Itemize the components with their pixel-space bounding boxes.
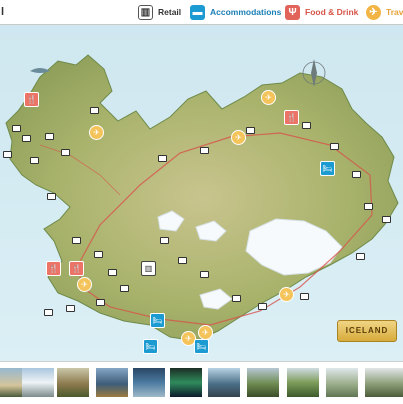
camera-marker[interactable] bbox=[61, 149, 70, 156]
fork-knife-icon: 🍴 bbox=[71, 263, 82, 273]
camera-marker[interactable] bbox=[160, 237, 169, 244]
legend-travel-label: Trav bbox=[386, 7, 403, 17]
travel-marker[interactable]: ✈ bbox=[198, 325, 213, 340]
iceland-map[interactable]: 🍴 🍴 🍴 🍴 ✈ ✈ ✈ ✈ ✈ ✈ ✈ 🛏 🛏 🛏 🛏 ▥ ICELAND bbox=[0, 25, 403, 361]
accommodation-marker[interactable]: 🛏 bbox=[194, 339, 209, 354]
food-marker[interactable]: 🍴 bbox=[24, 92, 39, 107]
legend-food-drink[interactable]: Ψ Food & Drink bbox=[285, 2, 358, 22]
camera-marker[interactable] bbox=[72, 237, 81, 244]
accommodation-marker[interactable]: 🛏 bbox=[320, 161, 335, 176]
travel-marker[interactable]: ✈ bbox=[77, 277, 92, 292]
camera-marker[interactable] bbox=[178, 257, 187, 264]
camera-marker[interactable] bbox=[356, 253, 365, 260]
retail-marker[interactable]: ▥ bbox=[141, 261, 156, 276]
camera-marker[interactable] bbox=[200, 271, 209, 278]
thumbnail-image[interactable] bbox=[287, 368, 319, 397]
travel-icon: ✈ bbox=[185, 333, 192, 343]
fork-knife-icon: 🍴 bbox=[286, 112, 297, 122]
travel-marker[interactable]: ✈ bbox=[89, 125, 104, 140]
map-title-fragment: l bbox=[1, 6, 5, 18]
shopping-bag-icon: ▥ bbox=[138, 4, 153, 20]
bed-icon: 🛏 bbox=[322, 163, 333, 173]
thumbnail-image[interactable] bbox=[170, 368, 202, 397]
travel-marker[interactable]: ✈ bbox=[279, 287, 294, 302]
legend-accommodations[interactable]: ▬ Accommodations bbox=[190, 2, 281, 22]
travel-marker[interactable]: ✈ bbox=[231, 130, 246, 145]
food-marker[interactable]: 🍴 bbox=[46, 261, 61, 276]
camera-marker[interactable] bbox=[12, 125, 21, 132]
thumbnail-image[interactable] bbox=[208, 368, 240, 397]
camera-marker[interactable] bbox=[232, 295, 241, 302]
bed-icon: 🛏 bbox=[145, 341, 156, 351]
camera-marker[interactable] bbox=[330, 143, 339, 150]
camera-marker[interactable] bbox=[108, 269, 117, 276]
bed-icon: 🛏 bbox=[196, 341, 207, 351]
legend-accommodations-label: Accommodations bbox=[210, 7, 282, 17]
travel-icon: ✈ bbox=[366, 4, 381, 20]
camera-marker[interactable] bbox=[94, 251, 103, 258]
camera-marker[interactable] bbox=[382, 216, 391, 223]
camera-marker[interactable] bbox=[364, 203, 373, 210]
thumbnail-image[interactable] bbox=[96, 368, 128, 397]
thumbnail-image[interactable] bbox=[247, 368, 279, 397]
accommodation-marker[interactable]: 🛏 bbox=[150, 313, 165, 328]
camera-marker[interactable] bbox=[22, 135, 31, 142]
iceland-title-badge: ICELAND bbox=[337, 320, 397, 342]
accommodation-marker[interactable]: 🛏 bbox=[143, 339, 158, 354]
camera-marker[interactable] bbox=[258, 303, 267, 310]
travel-icon: ✈ bbox=[93, 127, 100, 137]
legend-travel[interactable]: ✈ Trav bbox=[366, 2, 403, 22]
camera-marker[interactable] bbox=[30, 157, 39, 164]
travel-icon: ✈ bbox=[81, 279, 88, 289]
food-marker[interactable]: 🍴 bbox=[69, 261, 84, 276]
travel-icon: ✈ bbox=[265, 92, 272, 102]
camera-marker[interactable] bbox=[66, 305, 75, 312]
camera-marker[interactable] bbox=[47, 193, 56, 200]
bed-icon: ▬ bbox=[190, 4, 205, 20]
category-legend-bar: l ▥ Retail ▬ Accommodations Ψ Food & Dri… bbox=[0, 0, 403, 25]
camera-marker[interactable] bbox=[300, 293, 309, 300]
legend-retail[interactable]: ▥ Retail bbox=[138, 2, 181, 22]
camera-marker[interactable] bbox=[90, 107, 99, 114]
thumbnail-image[interactable] bbox=[365, 368, 403, 397]
thumbnail-image[interactable] bbox=[57, 368, 89, 397]
camera-marker[interactable] bbox=[120, 285, 129, 292]
camera-marker[interactable] bbox=[96, 299, 105, 306]
thumbnail-image[interactable] bbox=[22, 368, 54, 397]
camera-marker[interactable] bbox=[246, 127, 255, 134]
fork-knife-icon: 🍴 bbox=[26, 94, 37, 104]
bed-icon: 🛏 bbox=[152, 315, 163, 325]
camera-marker[interactable] bbox=[45, 133, 54, 140]
camera-marker[interactable] bbox=[352, 171, 361, 178]
travel-icon: ✈ bbox=[283, 289, 290, 299]
shopping-bag-icon: ▥ bbox=[144, 263, 153, 273]
camera-marker[interactable] bbox=[3, 151, 12, 158]
thumbnail-image[interactable] bbox=[326, 368, 358, 397]
legend-food-drink-label: Food & Drink bbox=[305, 7, 359, 17]
camera-marker[interactable] bbox=[44, 309, 53, 316]
fork-knife-icon: 🍴 bbox=[48, 263, 59, 273]
travel-marker[interactable]: ✈ bbox=[261, 90, 276, 105]
legend-retail-label: Retail bbox=[158, 7, 182, 17]
camera-marker[interactable] bbox=[200, 147, 209, 154]
travel-icon: ✈ bbox=[202, 327, 209, 337]
photo-thumbnail-strip bbox=[0, 361, 403, 404]
thumbnail-image[interactable] bbox=[133, 368, 165, 397]
iceland-map-graphic bbox=[0, 25, 403, 361]
food-marker[interactable]: 🍴 bbox=[284, 110, 299, 125]
camera-marker[interactable] bbox=[302, 122, 311, 129]
camera-marker[interactable] bbox=[158, 155, 167, 162]
travel-icon: ✈ bbox=[235, 132, 242, 142]
fork-knife-icon: Ψ bbox=[285, 4, 300, 20]
